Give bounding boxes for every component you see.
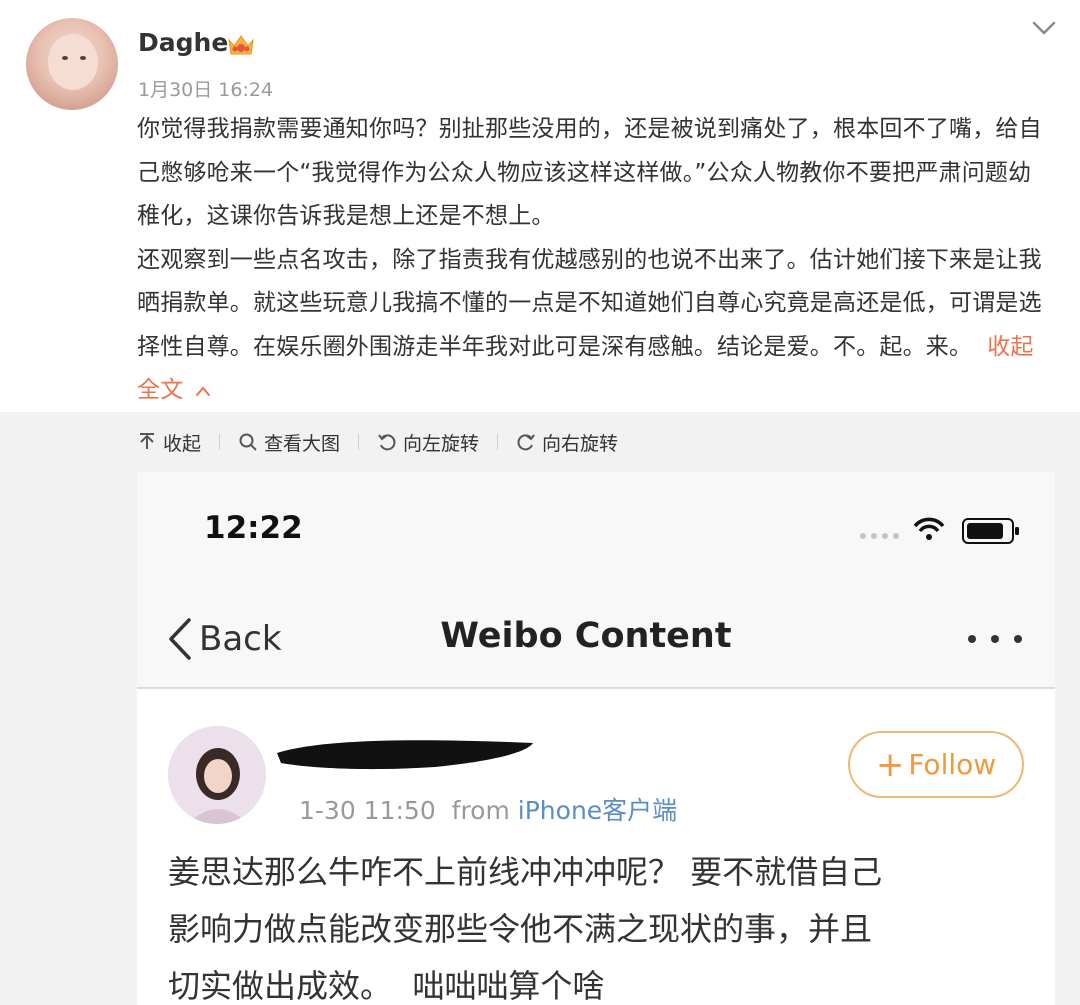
weibo-post: Daghe 1月30日 16:24 你觉得我捐款需要通知你吗？别扯那些没用的，还…: [0, 0, 1080, 412]
collapse-button[interactable]: 收起: [137, 429, 201, 456]
image-toolbar: 收起 查看大图 向左旋转 向右旋转: [137, 425, 618, 459]
post-paragraph: 你觉得我捐款需要通知你吗？别扯那些没用的，还是被说到痛处了，根本回不了嘴，给自己…: [137, 116, 1042, 229]
more-options-icon[interactable]: [965, 632, 1025, 646]
view-large-label: 查看大图: [264, 432, 341, 455]
nav-title: Weibo Content: [440, 616, 732, 656]
avatar-eye-left: [62, 56, 68, 60]
avatar-face: [48, 34, 98, 90]
content-line: 姜思达那么牛咋不上前线冲冲冲呢？ 要不就借自己: [168, 853, 883, 891]
post-from: from: [451, 796, 510, 825]
author-avatar[interactable]: [168, 726, 266, 824]
username[interactable]: Daghe: [138, 28, 228, 57]
chevron-down-icon[interactable]: [1030, 16, 1058, 40]
wifi-icon: [913, 517, 945, 540]
chevron-up-icon[interactable]: [195, 384, 211, 398]
vip-crown-icon: [228, 35, 254, 55]
divider: [219, 434, 221, 450]
content-line: 影响力做点能改变那些令他不满之现状的事，并且: [168, 910, 873, 948]
rotate-left-icon: [378, 434, 396, 451]
author-avatar-image: [168, 726, 266, 824]
rotate-left-button[interactable]: 向左旋转: [377, 429, 479, 456]
battery-icon: [962, 518, 1019, 544]
avatar-eye-right: [80, 56, 86, 60]
rotate-right-label: 向右旋转: [542, 432, 619, 455]
post-timestamp: 1月30日 16:24: [138, 79, 274, 101]
collapse-label: 收起: [163, 432, 202, 455]
content-text: 姜思达那么牛咋不上前线冲冲冲呢？ 要不就借自己 影响力做点能改变那些令他不满之现…: [168, 844, 1028, 1005]
status-bar-time: 12:22: [204, 510, 303, 546]
rotate-right-button[interactable]: 向右旋转: [516, 429, 618, 456]
redaction-mark: [277, 740, 533, 770]
post-paragraph-last: 还观察到一些点名攻击，除了指责我有优越感别的也说不出来了。估计她们接下来是让我晒…: [137, 239, 1052, 413]
post-body: 你觉得我捐款需要通知你吗？别扯那些没用的，还是被说到痛处了，根本回不了嘴，给自己…: [137, 108, 1052, 413]
rotate-left-label: 向左旋转: [403, 432, 480, 455]
signal-icon: [860, 533, 899, 539]
divider: [497, 434, 499, 450]
search-icon: [239, 433, 257, 451]
plus-icon: +: [875, 744, 905, 785]
nav-bar: Back Weibo Content: [137, 582, 1055, 688]
divider: [358, 434, 360, 450]
post-source[interactable]: iPhone客户端: [518, 796, 677, 825]
status-bar-icons: [860, 517, 1019, 544]
embedded-screenshot[interactable]: 12:22 Back Weibo Content 1-30 11:50 from…: [137, 472, 1055, 1005]
post-paragraph: 还观察到一些点名攻击，除了指责我有优越感别的也说不出来了。估计她们接下来是让我晒…: [137, 246, 1042, 360]
follow-button[interactable]: + Follow: [848, 731, 1024, 798]
post-meta: 1-30 11:50 from iPhone客户端: [299, 791, 677, 827]
follow-label: Follow: [908, 748, 997, 781]
collapse-up-icon: [140, 433, 154, 449]
view-large-button[interactable]: 查看大图: [238, 429, 340, 456]
content-card: 1-30 11:50 from iPhone客户端 + Follow 姜思达那么…: [137, 689, 1055, 1005]
post-time: 1-30 11:50: [299, 796, 436, 825]
user-avatar[interactable]: [26, 18, 118, 110]
rotate-right-icon: [517, 434, 535, 451]
content-line: 切实做出成效。 咄咄咄算个啥: [168, 967, 605, 1005]
